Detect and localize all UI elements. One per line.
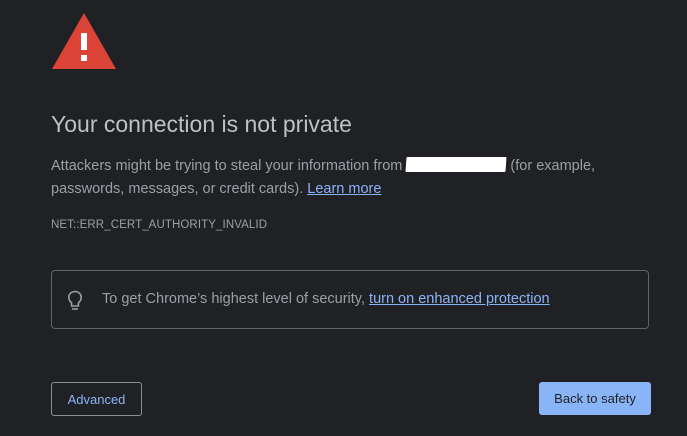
description-text-before: Attackers might be trying to steal your … (51, 158, 407, 174)
enhanced-protection-link[interactable]: turn on enhanced protection (369, 291, 550, 307)
error-description: Attackers might be trying to steal your … (51, 155, 641, 201)
page-title: Your connection is not private (51, 111, 352, 137)
advanced-button[interactable]: Advanced (51, 382, 142, 416)
lightbulb-icon (67, 290, 83, 310)
enhanced-protection-text: To get Chrome’s highest level of securit… (102, 291, 550, 307)
back-to-safety-button[interactable]: Back to safety (539, 382, 651, 415)
warning-triangle-icon (52, 13, 116, 69)
enhanced-protection-prefix: To get Chrome’s highest level of securit… (102, 291, 370, 307)
redacted-domain (405, 157, 507, 172)
error-code: NET::ERR_CERT_AUTHORITY_INVALID (51, 219, 268, 231)
enhanced-protection-box: To get Chrome’s highest level of securit… (51, 270, 649, 329)
learn-more-link[interactable]: Learn more (307, 181, 381, 197)
